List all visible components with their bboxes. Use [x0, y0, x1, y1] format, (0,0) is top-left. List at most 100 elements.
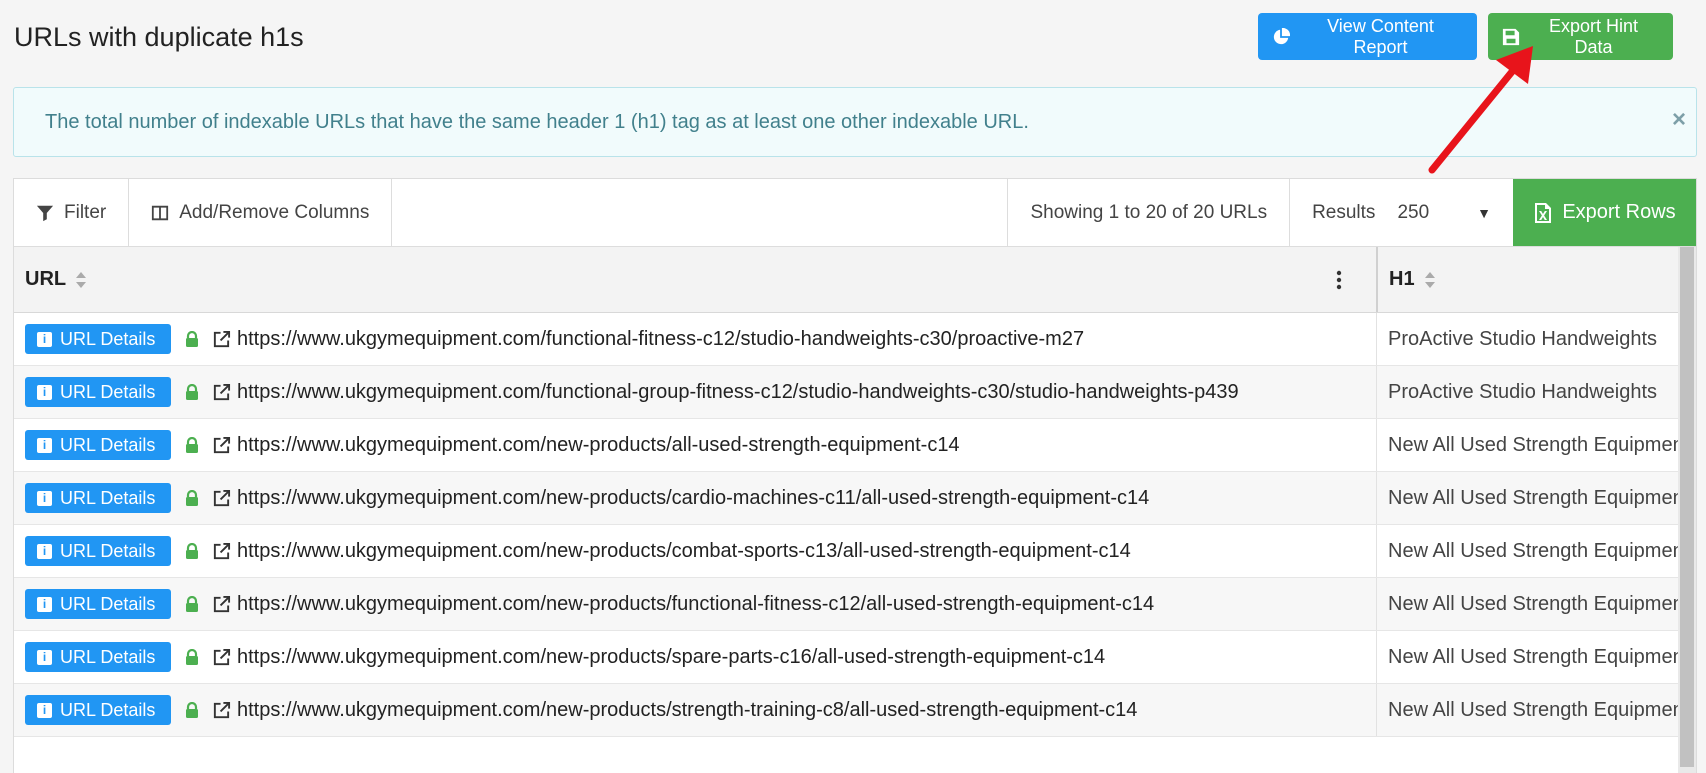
url-details-button[interactable]: i URL Details: [25, 377, 171, 407]
url-link[interactable]: https://www.ukgymequipment.com/new-produ…: [237, 540, 1131, 563]
column-menu-icon[interactable]: [1336, 270, 1342, 290]
table-row: i URL Details https://www.ukgymequipment…: [14, 631, 1680, 684]
info-icon: i: [37, 437, 52, 453]
alert-text: The total number of indexable URLs that …: [45, 110, 1029, 133]
scrollbar-thumb[interactable]: [1680, 247, 1694, 767]
add-remove-columns-label: Add/Remove Columns: [179, 201, 370, 223]
grid-header: URL H1: [14, 247, 1680, 313]
url-details-label: URL Details: [60, 434, 156, 455]
url-link[interactable]: https://www.ukgymequipment.com/new-produ…: [237, 487, 1149, 510]
lock-icon: [186, 489, 198, 506]
export-hint-data-button[interactable]: Export Hint Data: [1488, 13, 1673, 60]
info-icon: i: [37, 384, 52, 400]
info-icon: i: [37, 543, 52, 559]
url-details-button[interactable]: i URL Details: [25, 324, 171, 354]
info-icon: i: [37, 702, 52, 718]
url-cell: i URL Details https://www.ukgymequipment…: [14, 419, 1376, 471]
floppy-disk-icon: [1502, 28, 1520, 45]
results-value: 250: [1397, 201, 1430, 223]
table-row: i URL Details https://www.ukgymequipment…: [14, 578, 1680, 631]
external-link-icon[interactable]: [212, 595, 231, 614]
url-details-label: URL Details: [60, 699, 156, 720]
url-details-button[interactable]: i URL Details: [25, 589, 171, 619]
sort-icon[interactable]: [75, 270, 87, 290]
url-details-label: URL Details: [60, 646, 156, 667]
lock-icon: [186, 330, 198, 347]
h1-cell: New All Used Strength Equipment: [1376, 472, 1680, 524]
lock-icon: [186, 542, 198, 559]
table-row: i URL Details https://www.ukgymequipment…: [14, 684, 1680, 737]
url-link[interactable]: https://www.ukgymequipment.com/new-produ…: [237, 699, 1137, 722]
url-link[interactable]: https://www.ukgymequipment.com/functiona…: [237, 328, 1084, 351]
table-toolbar: Filter Add/Remove Columns Showing 1 to 2…: [14, 179, 1696, 247]
results-count: Showing 1 to 20 of 20 URLs: [1008, 179, 1291, 246]
url-cell: i URL Details https://www.ukgymequipment…: [14, 366, 1376, 418]
table-row: i URL Details https://www.ukgymequipment…: [14, 313, 1680, 366]
external-link-icon[interactable]: [212, 383, 231, 402]
url-link[interactable]: https://www.ukgymequipment.com/new-produ…: [237, 646, 1105, 669]
h1-cell: ProActive Studio Handweights: [1376, 313, 1680, 365]
export-hint-data-label: Export Hint Data: [1548, 15, 1639, 57]
url-details-label: URL Details: [60, 593, 156, 614]
url-details-button[interactable]: i URL Details: [25, 483, 171, 513]
url-link[interactable]: https://www.ukgymequipment.com/functiona…: [237, 381, 1239, 404]
url-details-button[interactable]: i URL Details: [25, 695, 171, 725]
external-link-icon[interactable]: [212, 436, 231, 455]
column-h1-label: H1: [1389, 268, 1415, 290]
url-link[interactable]: https://www.ukgymequipment.com/new-produ…: [237, 593, 1154, 616]
column-header-url[interactable]: URL: [14, 247, 1376, 312]
export-rows-button[interactable]: Export Rows: [1513, 179, 1696, 246]
data-grid: URL H1 i URL Details https://www.ukgymeq…: [14, 247, 1680, 737]
h1-cell: New All Used Strength Equipment: [1376, 525, 1680, 577]
lock-icon: [186, 648, 198, 665]
url-cell: i URL Details https://www.ukgymequipment…: [14, 472, 1376, 524]
results-label: Results: [1312, 201, 1376, 223]
url-link[interactable]: https://www.ukgymequipment.com/new-produ…: [237, 434, 960, 457]
url-details-button[interactable]: i URL Details: [25, 430, 171, 460]
filter-label: Filter: [64, 201, 107, 223]
info-icon: i: [37, 596, 52, 612]
url-details-label: URL Details: [60, 328, 156, 349]
sort-icon[interactable]: [1424, 270, 1436, 290]
results-select[interactable]: 250 ▼: [1397, 202, 1491, 224]
external-link-icon[interactable]: [212, 489, 231, 508]
caret-down-icon: ▼: [1477, 204, 1491, 221]
table-row: i URL Details https://www.ukgymequipment…: [14, 525, 1680, 578]
results-per-page: Results 250 ▼: [1290, 179, 1513, 246]
column-header-h1[interactable]: H1: [1376, 247, 1680, 312]
url-details-button[interactable]: i URL Details: [25, 536, 171, 566]
h1-cell: New All Used Strength Equipment: [1376, 684, 1680, 736]
funnel-icon: [36, 205, 54, 221]
view-content-report-button[interactable]: View Content Report: [1258, 13, 1477, 60]
lock-icon: [186, 383, 198, 400]
url-details-button[interactable]: i URL Details: [25, 642, 171, 672]
info-icon: i: [37, 649, 52, 665]
external-link-icon[interactable]: [212, 701, 231, 720]
close-icon[interactable]: ×: [1672, 108, 1686, 132]
table-row: i URL Details https://www.ukgymequipment…: [14, 472, 1680, 525]
url-cell: i URL Details https://www.ukgymequipment…: [14, 578, 1376, 630]
toolbar-spacer: [392, 179, 1009, 246]
filter-button[interactable]: Filter: [14, 179, 130, 246]
column-url-label: URL: [25, 268, 67, 290]
lock-icon: [186, 595, 198, 612]
url-cell: i URL Details https://www.ukgymequipment…: [14, 313, 1376, 365]
pie-chart-icon: [1273, 27, 1290, 44]
external-link-icon[interactable]: [212, 330, 231, 349]
url-details-label: URL Details: [60, 487, 156, 508]
columns-icon: [152, 205, 169, 220]
vertical-scrollbar[interactable]: [1678, 247, 1696, 773]
external-link-icon[interactable]: [212, 542, 231, 561]
export-rows-label: Export Rows: [1562, 201, 1676, 223]
lock-icon: [186, 701, 198, 718]
info-icon: i: [37, 490, 52, 506]
page-title: URLs with duplicate h1s: [14, 22, 304, 52]
results-panel: Filter Add/Remove Columns Showing 1 to 2…: [13, 178, 1697, 773]
lock-icon: [186, 436, 198, 453]
page: URLs with duplicate h1s View Content Rep…: [0, 0, 1706, 773]
external-link-icon[interactable]: [212, 648, 231, 667]
add-remove-columns-button[interactable]: Add/Remove Columns: [129, 179, 393, 246]
excel-file-icon: [1535, 202, 1552, 223]
table-row: i URL Details https://www.ukgymequipment…: [14, 366, 1680, 419]
info-icon: i: [37, 331, 52, 347]
